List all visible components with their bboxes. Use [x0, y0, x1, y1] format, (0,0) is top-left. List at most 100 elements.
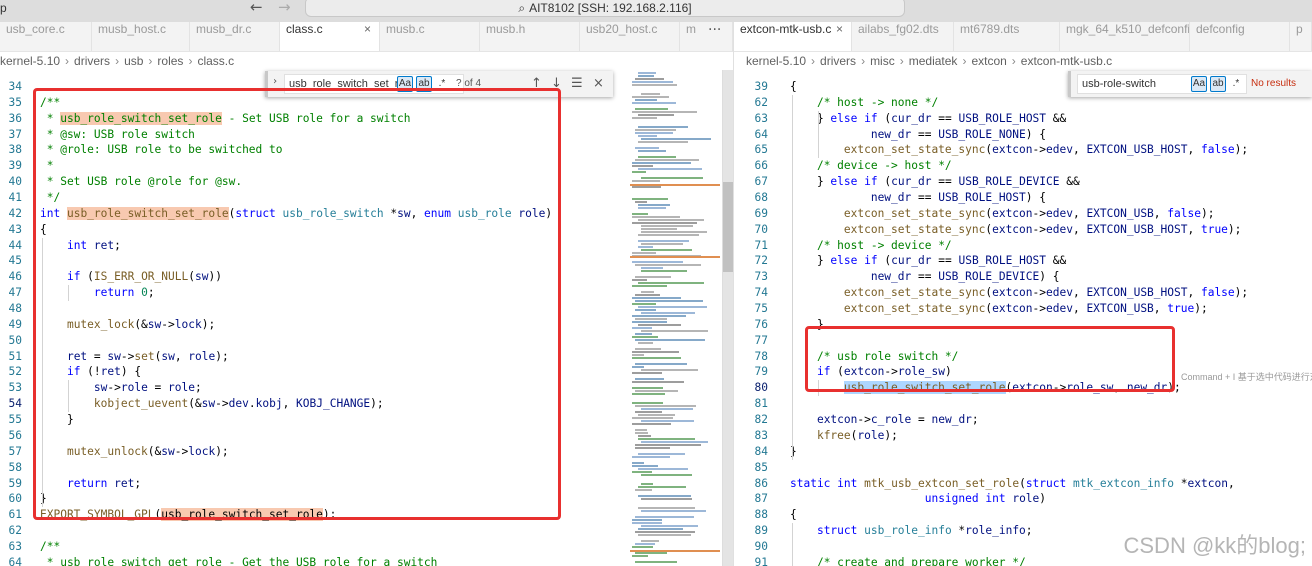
tab-musb-h[interactable]: musb.h [480, 22, 580, 51]
code-line[interactable]: { [790, 507, 797, 523]
breadcrumb-item[interactable]: misc [870, 54, 895, 68]
breadcrumb-item[interactable]: kernel-5.10 [746, 54, 806, 68]
minimap-line [638, 75, 654, 77]
code-line[interactable]: } [790, 444, 797, 460]
minimap-line [635, 531, 695, 533]
tab-musb-host-c[interactable]: musb_host.c [92, 22, 190, 51]
breadcrumb-item[interactable]: class.c [197, 54, 234, 68]
code-line[interactable]: extcon_set_state_sync(extcon->edev, EXTC… [790, 285, 1248, 301]
minimap-line [632, 84, 677, 86]
right-editor[interactable]: 39 62 63 64 65 66 67 68 69 70 71 72 73 74 75 76 77 78 79 80… [734, 70, 1312, 566]
code-line[interactable]: } else if (cur_dr == USB_ROLE_HOST && [790, 253, 1066, 269]
close-icon[interactable]: × [364, 22, 371, 36]
right-code[interactable]: { /* host -> none */ } else if (cur_dr =… [790, 70, 1312, 566]
tab-ailabs-fg02-dts[interactable]: ailabs_fg02.dts [852, 22, 954, 51]
line-number: 39 [754, 80, 768, 93]
line-number: 67 [754, 175, 768, 189]
breadcrumb-item[interactable]: drivers [820, 54, 856, 68]
minimap-line [632, 522, 662, 524]
tab-p[interactable]: p [1290, 22, 1312, 51]
back-button[interactable]: ← [250, 0, 263, 15]
chevron-right-icon: › [861, 54, 866, 68]
tab-mt6789-dts[interactable]: mt6789.dts [954, 22, 1060, 51]
tab-class-c[interactable]: class.c × [280, 22, 380, 51]
breadcrumb-item[interactable]: kernel-5.10 [0, 54, 60, 68]
breadcrumb-item[interactable]: drivers [74, 54, 110, 68]
tab-defconfig[interactable]: defconfig [1190, 22, 1290, 51]
line-number: 73 [754, 270, 768, 284]
tab-extcon-mtk-usb-c[interactable]: extcon-mtk-usb.c × [734, 22, 852, 51]
code-line[interactable]: * usb_role_switch_get_role - Get the USB… [40, 555, 438, 566]
command-center[interactable]: ⌕ AIT8102 [SSH: 192.168.2.116] [305, 0, 905, 17]
find-in-selection-icon[interactable]: ☰ [571, 74, 583, 94]
code-line[interactable]: /* create and prepare worker */ [790, 555, 1026, 566]
code-line[interactable]: static int mtk_usb_extcon_set_role(struc… [790, 476, 1235, 492]
close-icon[interactable]: × [836, 22, 843, 36]
breadcrumb-item[interactable]: roles [157, 54, 183, 68]
tab-usb20-host-c[interactable]: usb20_host.c [580, 22, 680, 51]
minimap-find-marker [630, 184, 720, 186]
chevron-right-icon[interactable]: › [272, 76, 278, 87]
tab-musb-dr-c[interactable]: musb_dr.c [190, 22, 280, 51]
line-number: 54 [8, 397, 22, 411]
line-number: 63 [8, 539, 22, 553]
minimap-line [635, 429, 647, 431]
minimap-line [632, 327, 652, 329]
minimap-line [632, 366, 644, 368]
tab-musb-c[interactable]: musb.c [380, 22, 480, 51]
more-actions-icon[interactable]: ··· [708, 22, 721, 38]
indent-guide [818, 110, 819, 159]
right-regex-toggle[interactable]: .* [1228, 76, 1244, 92]
left-scroll-thumb[interactable] [723, 182, 733, 272]
line-number: 56 [8, 428, 22, 442]
line-number: 53 [8, 381, 22, 395]
line-number: 88 [754, 508, 768, 522]
line-number: 58 [8, 460, 22, 474]
minimap-line [641, 441, 708, 443]
code-line[interactable]: } else if (cur_dr == USB_ROLE_DEVICE && [790, 174, 1080, 190]
left-scrollbar[interactable] [722, 70, 733, 566]
code-line[interactable]: unsigned int role) [790, 491, 1046, 507]
code-line[interactable]: new_dr == USB_ROLE_NONE) { [790, 127, 1046, 143]
breadcrumb-item[interactable]: extcon-mtk-usb.c [1021, 54, 1112, 68]
left-minimap[interactable] [630, 70, 720, 566]
code-line[interactable]: new_dr == USB_ROLE_HOST) { [790, 190, 1046, 206]
line-number: 62 [8, 524, 22, 538]
forward-button[interactable]: → [278, 0, 291, 15]
line-number: 44 [8, 238, 22, 252]
code-line[interactable]: /* host -> none */ [790, 95, 938, 111]
code-line[interactable]: { [790, 79, 797, 95]
menu-fragment[interactable]: p [0, 0, 7, 16]
code-line[interactable]: extcon_set_state_sync(extcon->edev, EXTC… [790, 142, 1248, 158]
code-line[interactable]: extcon->c_role = new_dr; [790, 412, 979, 428]
left-breadcrumb: kernel-5.10 › drivers › usb › roles › class.c [0, 52, 733, 70]
code-line[interactable]: extcon_set_state_sync(extcon->edev, EXTC… [790, 222, 1242, 238]
code-line[interactable]: /** [40, 539, 60, 555]
code-line[interactable]: new_dr == USB_ROLE_DEVICE) { [790, 269, 1060, 285]
right-whole-word-toggle[interactable]: ab [1210, 76, 1226, 92]
minimap-line [635, 78, 664, 80]
code-line[interactable]: } else if (cur_dr == USB_ROLE_HOST && [790, 111, 1066, 127]
code-line[interactable]: /* host -> device */ [790, 238, 952, 254]
minimap-line [635, 444, 701, 446]
code-line[interactable]: extcon_set_state_sync(extcon->edev, EXTC… [790, 301, 1208, 317]
tab-m[interactable]: m [680, 22, 733, 51]
breadcrumb-item[interactable]: usb [124, 54, 143, 68]
code-line[interactable]: extcon_set_state_sync(extcon->edev, EXTC… [790, 206, 1215, 222]
tab-usb-core-c[interactable]: usb_core.c [0, 22, 92, 51]
breadcrumb-item[interactable]: extcon [971, 54, 1006, 68]
minimap-line [641, 408, 693, 410]
find-close-button[interactable]: × [593, 74, 604, 94]
minimap-line [638, 435, 651, 437]
right-match-case-toggle[interactable]: Aa [1191, 76, 1207, 92]
minimap-line [641, 177, 703, 179]
line-number: 46 [8, 270, 22, 284]
breadcrumb-item[interactable]: mediatek [909, 54, 958, 68]
code-line[interactable]: /* device -> host */ [790, 158, 952, 174]
minimap-line [638, 150, 666, 152]
right-annotation-box [805, 326, 1175, 392]
tab-mgk-64-k510-defconfig[interactable]: mgk_64_k510_defconfig [1060, 22, 1190, 51]
code-line[interactable]: kfree(role); [790, 428, 898, 444]
minimap-line [641, 420, 694, 422]
code-line[interactable]: struct usb_role_info *role_info; [790, 523, 1033, 539]
